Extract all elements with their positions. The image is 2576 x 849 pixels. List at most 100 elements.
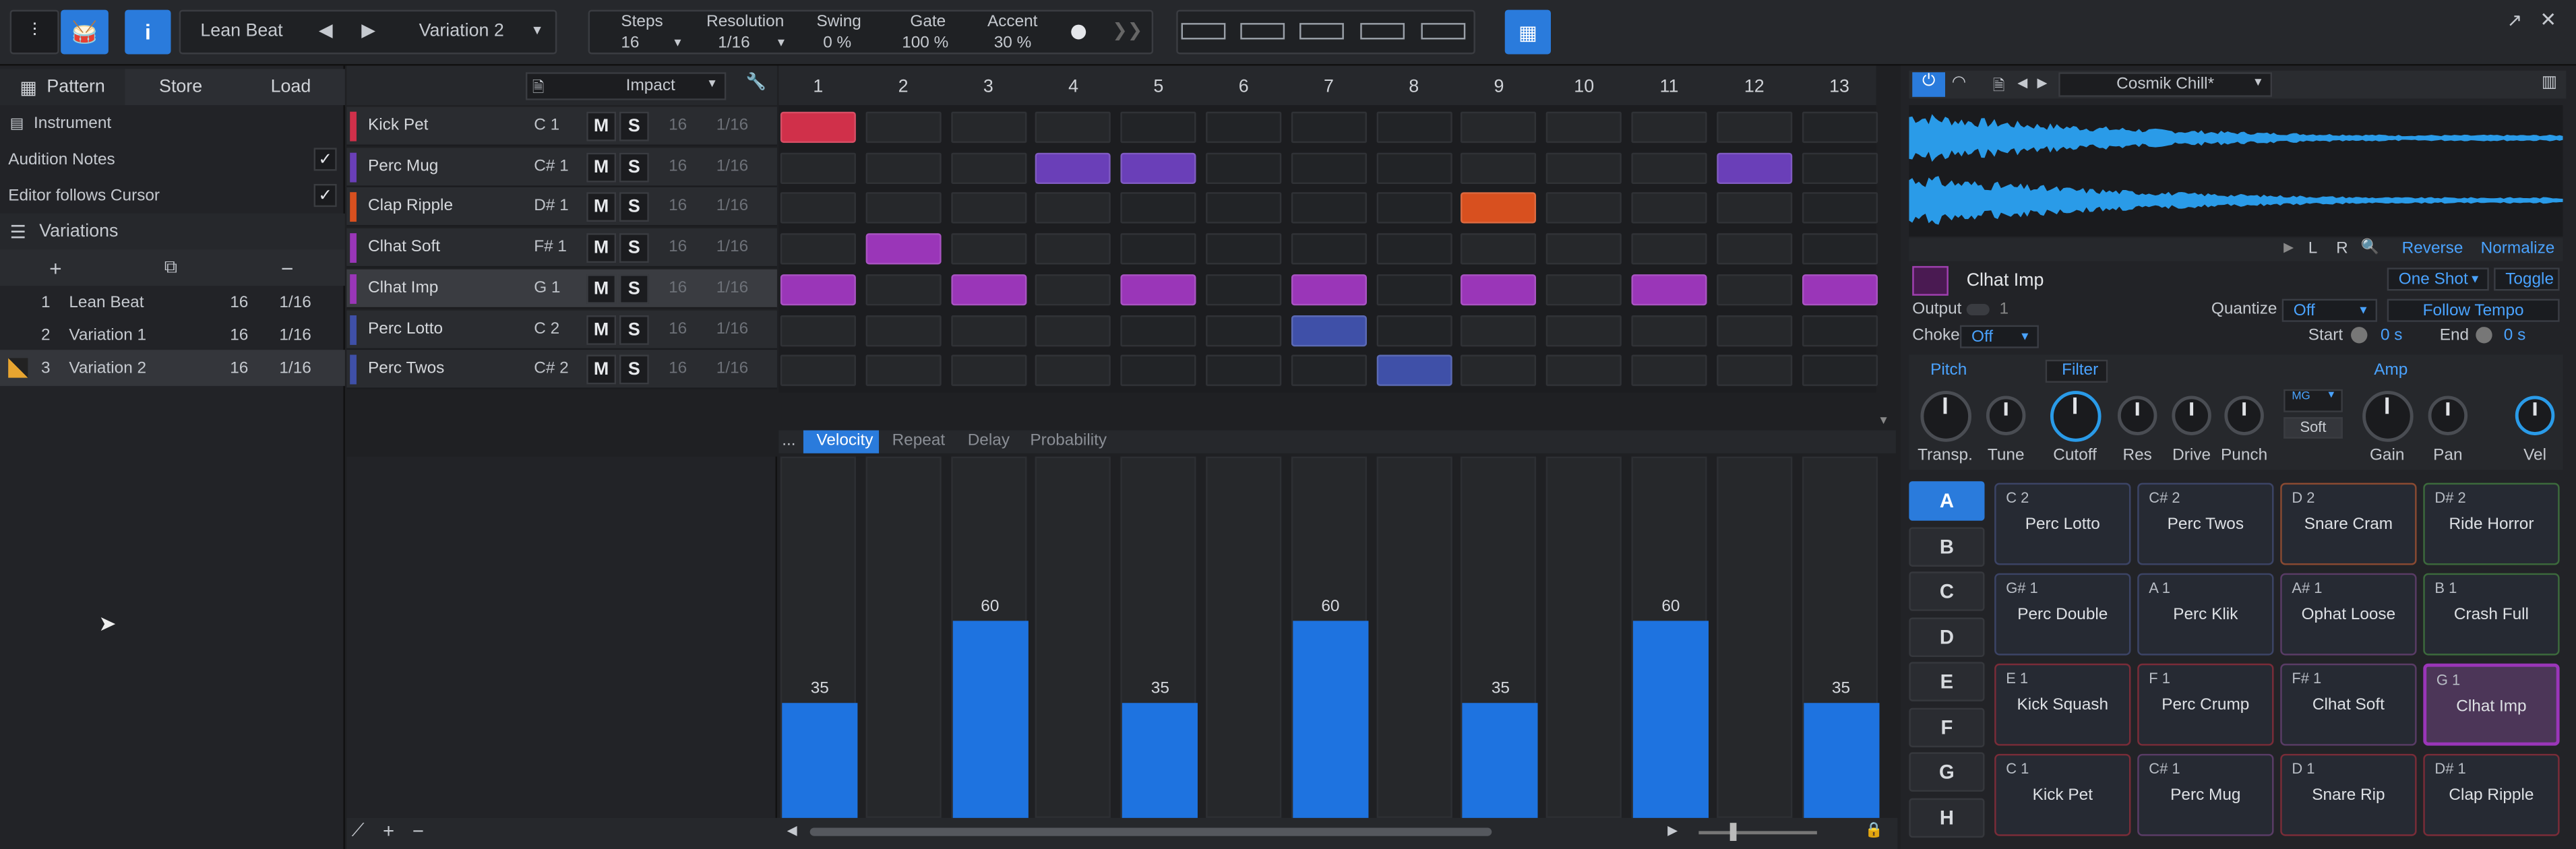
step-cell[interactable] bbox=[1716, 111, 1792, 144]
step-cell[interactable] bbox=[1291, 233, 1367, 265]
drum-pad[interactable]: C# 2 Perc Twos bbox=[2137, 482, 2274, 565]
close-icon[interactable]: ✕ bbox=[2540, 8, 2556, 31]
step-cell[interactable] bbox=[1461, 233, 1537, 265]
step-cell[interactable] bbox=[780, 354, 856, 387]
instrument-row[interactable]: ▤ Instrument bbox=[0, 105, 345, 142]
step-cell[interactable] bbox=[1461, 314, 1537, 346]
lane-menu[interactable]: ... bbox=[782, 432, 795, 450]
drum-pad[interactable]: D# 1 Clap Ripple bbox=[2423, 753, 2560, 836]
step-cell[interactable] bbox=[1801, 354, 1878, 387]
tab-pattern[interactable]: ▦ Pattern bbox=[0, 69, 125, 105]
scroll-down-icon[interactable]: ▼ bbox=[1878, 416, 1889, 427]
instrument-row[interactable]: Perc Mug C# 1 M S 16 1/16 bbox=[346, 147, 777, 187]
step-cell[interactable] bbox=[1716, 314, 1792, 346]
knob[interactable] bbox=[2515, 396, 2555, 435]
tab-store[interactable]: Store bbox=[125, 69, 237, 105]
knob[interactable] bbox=[2361, 389, 2413, 441]
step-column-header[interactable]: 3 bbox=[950, 77, 1026, 97]
velocity-bar[interactable] bbox=[1803, 703, 1879, 818]
bank-button[interactable]: H bbox=[1909, 797, 1985, 837]
add-lane-icon[interactable]: + bbox=[383, 819, 394, 842]
wrench-icon[interactable]: 🔧 bbox=[746, 74, 766, 92]
bank-button[interactable]: G bbox=[1909, 752, 1985, 792]
instrument-resolution[interactable]: 1/16 bbox=[716, 279, 748, 297]
step-cell[interactable] bbox=[1631, 233, 1707, 265]
step-column-header[interactable]: 6 bbox=[1206, 77, 1281, 97]
variation-name[interactable]: Variation 2 bbox=[419, 22, 504, 41]
pattern-name[interactable]: Lean Beat bbox=[200, 22, 282, 41]
step-cell[interactable] bbox=[1376, 111, 1452, 144]
step-cell-active[interactable] bbox=[1461, 274, 1537, 305]
step-cell[interactable] bbox=[1120, 233, 1196, 265]
step-cell[interactable] bbox=[1120, 354, 1196, 387]
instrument-row[interactable]: Perc Twos C# 2 M S 16 1/16 bbox=[346, 350, 777, 390]
step-cell[interactable] bbox=[1631, 314, 1707, 346]
velocity-column[interactable] bbox=[1206, 456, 1282, 818]
expand-icon[interactable]: ↗ bbox=[2507, 10, 2522, 31]
step-cell[interactable] bbox=[780, 233, 856, 265]
instrument-steps[interactable]: 16 bbox=[669, 360, 687, 378]
right-channel[interactable]: R bbox=[2336, 240, 2348, 258]
next-variation-icon[interactable]: ▶ bbox=[361, 20, 375, 41]
output-toggle[interactable] bbox=[1966, 303, 1990, 315]
step-cell[interactable] bbox=[1716, 274, 1792, 305]
instrument-steps[interactable]: 16 bbox=[669, 157, 687, 175]
automation-icon[interactable]: ⟋ bbox=[352, 821, 365, 843]
reverse-icon[interactable] bbox=[1240, 23, 1285, 40]
drum-pad[interactable]: F# 1 Clhat Soft bbox=[2280, 663, 2417, 746]
step-column-header[interactable]: 7 bbox=[1291, 77, 1366, 97]
step-cell[interactable] bbox=[1206, 274, 1282, 305]
instrument-steps[interactable]: 16 bbox=[669, 319, 687, 338]
drum-pad[interactable]: B 1 Crash Full bbox=[2423, 573, 2560, 656]
step-column-header[interactable]: 5 bbox=[1121, 77, 1196, 97]
randomize-icon[interactable] bbox=[1360, 23, 1405, 40]
tab-load[interactable]: Load bbox=[237, 69, 345, 105]
step-cell[interactable] bbox=[1035, 314, 1111, 346]
drum-pad[interactable]: E 1 Kick Squash bbox=[1994, 663, 2131, 746]
chevron-down-icon[interactable]: ▼ bbox=[706, 79, 718, 90]
step-cell-active[interactable] bbox=[950, 274, 1026, 305]
info-button[interactable]: i bbox=[125, 9, 171, 55]
resolution-value[interactable]: 1/16 bbox=[718, 34, 749, 53]
step-column-header[interactable]: 10 bbox=[1546, 77, 1622, 97]
step-cell[interactable] bbox=[1461, 111, 1537, 144]
step-cell-active[interactable] bbox=[1716, 152, 1792, 184]
tab-velocity[interactable]: Velocity bbox=[816, 432, 873, 450]
drum-pad[interactable]: D 2 Snare Cram bbox=[2280, 482, 2417, 565]
step-cell[interactable] bbox=[950, 152, 1026, 184]
swing-value[interactable]: 0 % bbox=[823, 34, 851, 53]
step-cell-active[interactable] bbox=[1291, 314, 1367, 346]
shift-right-icon[interactable] bbox=[1421, 23, 1466, 40]
bank-button[interactable]: C bbox=[1909, 571, 1985, 611]
step-cell[interactable] bbox=[1631, 152, 1707, 184]
follow-tempo-button[interactable]: Follow Tempo bbox=[2387, 298, 2560, 322]
step-cell[interactable] bbox=[1376, 193, 1452, 224]
knob[interactable] bbox=[2117, 396, 2157, 435]
instrument-steps[interactable]: 16 bbox=[669, 279, 687, 297]
file-icon[interactable]: 🗎 bbox=[1993, 74, 2005, 100]
drum-pad[interactable]: A# 1 Ophat Loose bbox=[2280, 573, 2417, 656]
step-cell[interactable] bbox=[1376, 314, 1452, 346]
step-cell[interactable] bbox=[1291, 193, 1367, 224]
step-cell[interactable] bbox=[1035, 111, 1111, 144]
step-cell[interactable] bbox=[1461, 354, 1537, 387]
start-value[interactable]: 0 s bbox=[2381, 327, 2403, 345]
knob[interactable] bbox=[1920, 389, 1971, 441]
drum-pad[interactable]: C 2 Perc Lotto bbox=[1994, 482, 2131, 565]
instrument-resolution[interactable]: 1/16 bbox=[716, 197, 748, 216]
play-icon[interactable]: ▶ bbox=[2283, 240, 2294, 255]
solo-button[interactable]: S bbox=[619, 193, 649, 223]
remove-lane-icon[interactable]: − bbox=[412, 819, 424, 842]
step-cell[interactable] bbox=[865, 111, 942, 144]
next-preset-icon[interactable]: ▶ bbox=[2037, 75, 2048, 90]
instrument-resolution[interactable]: 1/16 bbox=[716, 239, 748, 257]
step-cell[interactable] bbox=[1291, 354, 1367, 387]
knob[interactable] bbox=[2428, 396, 2468, 435]
step-cell-active[interactable] bbox=[865, 233, 942, 265]
record-icon[interactable] bbox=[1071, 24, 1086, 40]
instrument-row[interactable]: Perc Lotto C 2 M S 16 1/16 bbox=[346, 309, 777, 349]
step-cell[interactable] bbox=[1120, 193, 1196, 224]
velocity-column[interactable] bbox=[1376, 456, 1452, 818]
step-cell-active[interactable] bbox=[1461, 193, 1537, 224]
add-icon[interactable]: + bbox=[49, 255, 62, 280]
